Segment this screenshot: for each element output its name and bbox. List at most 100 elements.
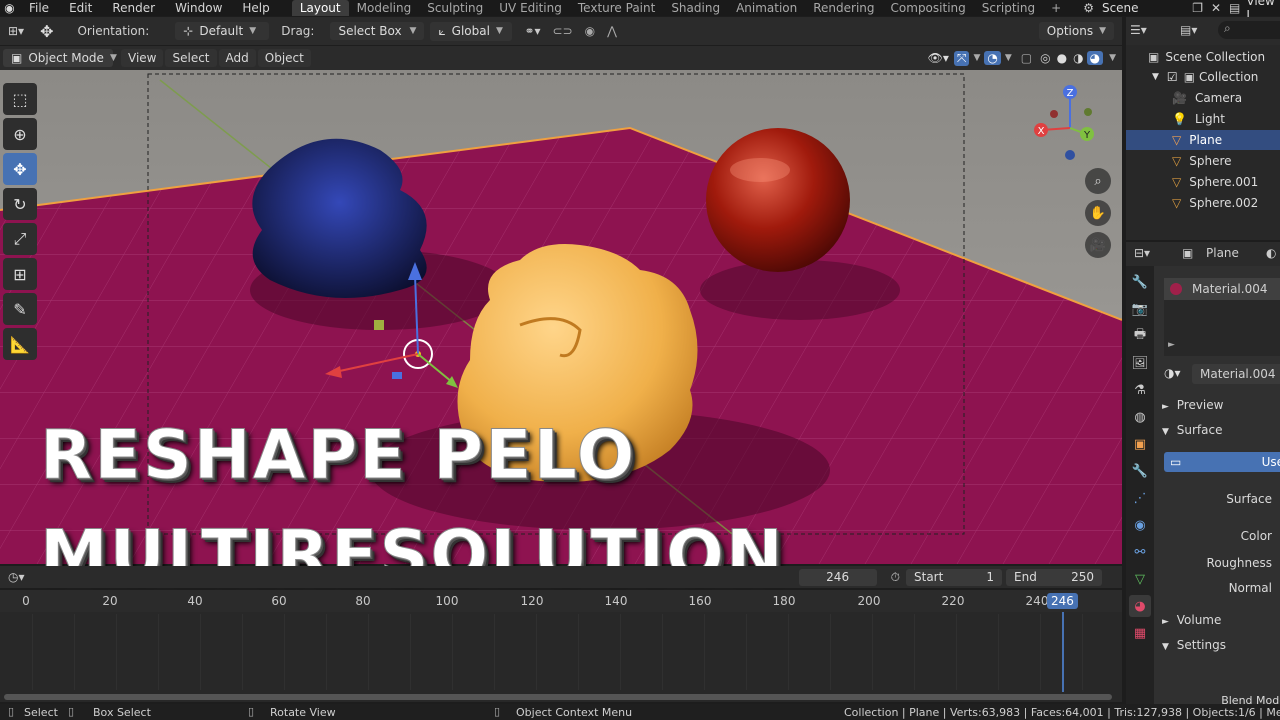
annotate-tool-icon[interactable]: ✎: [3, 293, 37, 325]
visibility-icon[interactable]: 👁▾: [923, 51, 954, 65]
menu-render[interactable]: Render: [102, 0, 165, 16]
outliner-item-sphere[interactable]: ▽ Sphere: [1126, 151, 1280, 171]
blender-logo-icon[interactable]: ◉: [0, 1, 19, 15]
texture-tab-icon[interactable]: ▦: [1129, 622, 1151, 644]
transform-tool-icon[interactable]: ⊞: [3, 258, 37, 290]
menu-help[interactable]: Help: [232, 0, 279, 16]
tab-shading[interactable]: Shading: [663, 0, 728, 16]
move-tool-icon[interactable]: ✥: [3, 153, 37, 185]
move-tool-icon[interactable]: ✥: [32, 22, 61, 41]
3d-viewport[interactable]: Z X Y: [0, 70, 1122, 564]
view-layer-tab-icon[interactable]: 🖼: [1129, 352, 1151, 374]
overlays-toggle-icon[interactable]: ◔: [984, 51, 1001, 65]
mode-dropdown[interactable]: ▣ Object Mode ▼: [3, 49, 117, 67]
expand-arrow-icon[interactable]: ►: [1168, 340, 1175, 350]
proportional-edit-icon[interactable]: ◉: [579, 24, 601, 38]
menu-edit[interactable]: Edit: [59, 0, 102, 16]
rendered-shading-icon[interactable]: ◕: [1086, 51, 1104, 65]
material-slot-row[interactable]: Material.004: [1164, 278, 1280, 300]
red-sphere[interactable]: [706, 128, 850, 272]
material-name-field[interactable]: Material.004: [1192, 364, 1280, 384]
zoom-icon[interactable]: ⌕: [1085, 168, 1111, 194]
search-field[interactable]: ⌕: [1218, 21, 1280, 39]
cursor-tool-icon[interactable]: ⊕: [3, 118, 37, 150]
outliner-item-sphere-001[interactable]: ▽ Sphere.001: [1126, 172, 1280, 192]
end-frame-field[interactable]: End 250: [1006, 568, 1102, 586]
scene-icon[interactable]: ⚙: [1083, 1, 1094, 15]
data-tab-icon[interactable]: ▽: [1129, 568, 1151, 590]
surface-panel-header[interactable]: ▼ Surface: [1162, 423, 1222, 437]
outliner-item-plane[interactable]: ▽ Plane: [1126, 130, 1280, 150]
add-workspace-icon[interactable]: +: [1043, 0, 1069, 16]
rotate-tool-icon[interactable]: ↻: [3, 188, 37, 220]
settings-panel-header[interactable]: ▼ Settings: [1162, 638, 1226, 652]
solid-shading-icon[interactable]: ●: [1054, 51, 1070, 65]
playhead-label[interactable]: 246: [1047, 593, 1078, 609]
wireframe-shading-icon[interactable]: ◎: [1037, 51, 1053, 65]
add-menu[interactable]: Add: [218, 49, 256, 67]
outliner-item-sphere-002[interactable]: ▽ Sphere.002: [1126, 193, 1280, 213]
display-mode-icon[interactable]: ▤▾: [1180, 23, 1197, 37]
select-box-tool-icon[interactable]: ⬚: [3, 83, 37, 115]
transform-orientation-dropdown[interactable]: ⟀ Global ▼: [430, 21, 513, 41]
material-tab-icon[interactable]: ◕: [1129, 595, 1151, 617]
xray-icon[interactable]: ▢: [1016, 51, 1037, 65]
use-nodes-button[interactable]: ▭ Use: [1164, 452, 1280, 472]
object-menu[interactable]: Object: [257, 49, 311, 67]
material-shading-icon[interactable]: ◑: [1070, 51, 1086, 65]
delete-scene-icon[interactable]: ✕: [1211, 1, 1221, 15]
pin-icon[interactable]: ◐: [1266, 246, 1276, 260]
timeline-scrollbar[interactable]: [4, 694, 1112, 700]
constraints-tab-icon[interactable]: ⚯: [1129, 541, 1151, 563]
snap-icon[interactable]: ⊂⊃: [547, 24, 579, 38]
outliner-item-camera[interactable]: 🎥 Camera: [1126, 88, 1280, 108]
pivot-point-icon[interactable]: ⚭▾: [518, 24, 546, 38]
timeline-editor-icon[interactable]: ◷▾: [0, 570, 33, 584]
view-menu[interactable]: View: [121, 49, 164, 67]
pan-hand-icon[interactable]: ✋: [1085, 200, 1111, 226]
start-frame-field[interactable]: Start 1: [906, 568, 1002, 586]
tab-animation[interactable]: Animation: [728, 0, 805, 16]
preview-panel-header[interactable]: ► Preview: [1162, 398, 1223, 412]
scale-tool-icon[interactable]: ⤢: [3, 223, 37, 255]
physics-tab-icon[interactable]: ◉: [1129, 514, 1151, 536]
falloff-icon[interactable]: ⋀: [601, 24, 623, 38]
yellow-object[interactable]: [457, 244, 698, 482]
scene-tab-icon[interactable]: ⚗: [1129, 379, 1151, 401]
editor-type-icon[interactable]: ⊞▾: [0, 24, 32, 38]
new-scene-icon[interactable]: ❐: [1192, 1, 1203, 15]
tab-texture-paint[interactable]: Texture Paint: [570, 0, 663, 16]
shading-dropdown-icon[interactable]: ▼: [1103, 53, 1122, 63]
collection-row[interactable]: ▼ ☑ ▣ Collection: [1126, 67, 1280, 87]
timeline-body[interactable]: [0, 612, 1122, 702]
tab-sculpting[interactable]: Sculpting: [419, 0, 491, 16]
outliner-editor-icon[interactable]: ☰▾: [1130, 23, 1147, 37]
orientation-dropdown[interactable]: ⊹ Default ▼: [175, 22, 270, 40]
view-layer-icon[interactable]: ▤: [1229, 1, 1240, 15]
volume-panel-header[interactable]: ► Volume: [1162, 613, 1221, 627]
measure-tool-icon[interactable]: 📐: [3, 328, 37, 360]
particles-tab-icon[interactable]: ⋰: [1129, 487, 1151, 509]
outliner-item-light[interactable]: 💡 Light: [1126, 109, 1280, 129]
modifier-tab-icon[interactable]: 🔧: [1129, 460, 1151, 482]
camera-view-icon[interactable]: 🎥: [1085, 232, 1111, 258]
tab-uv-editing[interactable]: UV Editing: [491, 0, 570, 16]
render-tab-icon[interactable]: 📷: [1129, 298, 1151, 320]
world-tab-icon[interactable]: ◍: [1129, 406, 1151, 428]
scene-collection-row[interactable]: ▣ Scene Collection: [1126, 47, 1280, 67]
tab-layout[interactable]: Layout: [291, 0, 349, 16]
checkbox-icon[interactable]: ☑: [1167, 70, 1178, 84]
gizmo-toggle-icon[interactable]: ⤧: [953, 50, 970, 66]
material-browse-icon[interactable]: ◑▾: [1164, 366, 1181, 380]
current-frame-field[interactable]: 246: [798, 568, 877, 586]
tab-compositing[interactable]: Compositing: [883, 0, 974, 16]
options-dropdown[interactable]: Options ▼: [1038, 22, 1114, 40]
timeline-ruler[interactable]: 0 20 40 60 80 100 120 140 160 180 200 22…: [0, 590, 1122, 612]
gizmo-dropdown-icon[interactable]: ▼: [969, 53, 984, 63]
tool-tab-icon[interactable]: 🔧: [1129, 271, 1151, 293]
scene-name[interactable]: Scene: [1102, 1, 1188, 15]
output-tab-icon[interactable]: 🖶: [1129, 325, 1151, 347]
menu-file[interactable]: File: [19, 0, 59, 16]
drag-dropdown[interactable]: Select Box ▼: [330, 22, 425, 40]
stopwatch-icon[interactable]: ⏱: [885, 570, 906, 585]
